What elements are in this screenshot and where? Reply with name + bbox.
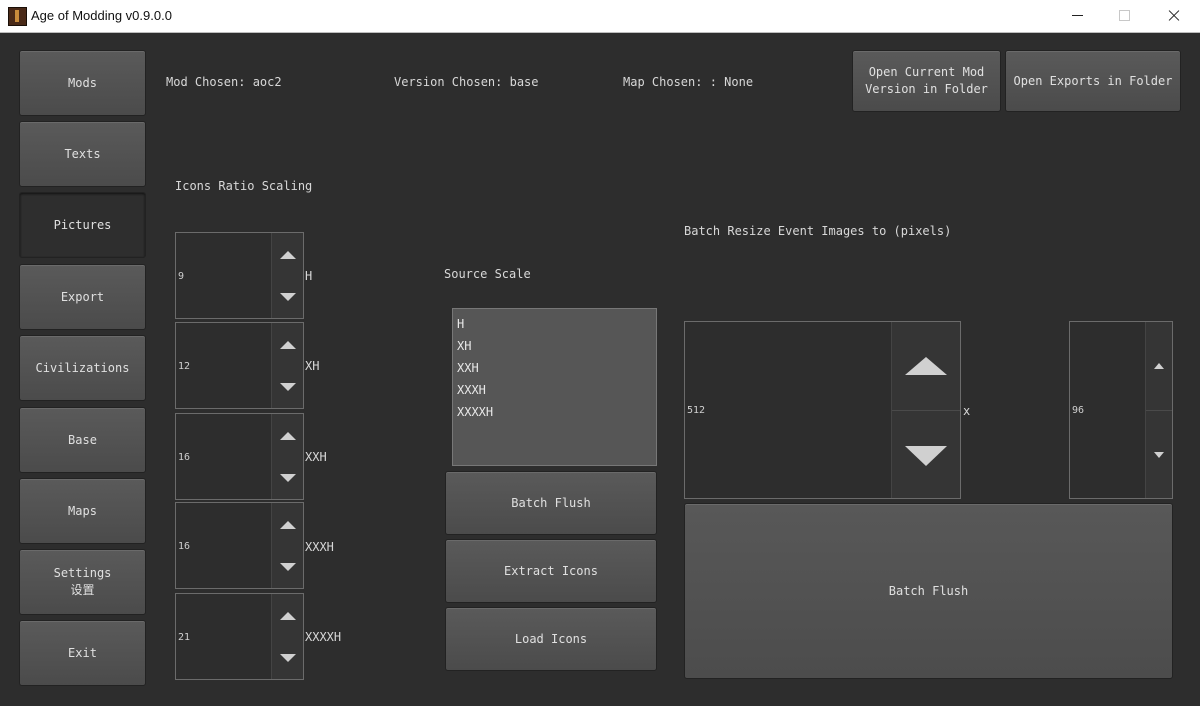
spinner-up-button[interactable] [272, 323, 303, 367]
extract-icons-button[interactable]: Extract Icons [445, 539, 657, 603]
window-title: Age of Modding v0.9.0.0 [31, 8, 172, 23]
spinner-unit-xxxh: XXXH [305, 540, 334, 554]
icons-scaling-title: Icons Ratio Scaling [175, 179, 313, 193]
sidebar-item-maps[interactable]: Maps [19, 478, 146, 544]
arrow-up-icon [279, 520, 296, 529]
arrow-down-icon [279, 383, 296, 391]
spinner-xxxxh[interactable]: 21 [175, 593, 304, 680]
spinner-up-button[interactable] [272, 594, 303, 638]
spinner-up-button[interactable] [272, 503, 303, 547]
spinner-down-button[interactable] [272, 276, 303, 318]
spinner-unit-xh: XH [305, 359, 320, 373]
app-icon [8, 7, 27, 26]
list-item[interactable]: H [453, 313, 656, 335]
sidebar-item-civilizations[interactable]: Civilizations [19, 335, 146, 401]
spinner-up-button[interactable] [272, 414, 303, 458]
arrow-down-icon [905, 445, 947, 466]
height-down-button[interactable] [1146, 411, 1172, 498]
source-scale-title: Source Scale [444, 267, 531, 281]
arrow-up-icon [279, 340, 296, 349]
width-down-button[interactable] [892, 411, 960, 498]
minimize-button[interactable] [1054, 0, 1100, 32]
sidebar-item-base[interactable]: Base [19, 407, 146, 473]
list-item[interactable]: XXXH [453, 379, 656, 401]
arrow-up-icon [279, 250, 296, 259]
spinner-value: 12 [178, 361, 191, 372]
list-item[interactable]: XH [453, 335, 656, 357]
resize-height-value: 96 [1072, 405, 1085, 416]
spinner-xxh[interactable]: 16 [175, 413, 304, 500]
arrow-down-icon [279, 563, 296, 571]
arrow-down-icon [279, 293, 296, 301]
open-exports-button[interactable]: Open Exports in Folder [1005, 50, 1181, 112]
spinner-down-button[interactable] [272, 457, 303, 499]
spinner-down-button[interactable] [272, 637, 303, 679]
arrow-up-icon [905, 357, 947, 375]
height-up-button[interactable] [1146, 322, 1172, 411]
spinner-down-button[interactable] [272, 546, 303, 588]
spinner-value: 16 [178, 541, 191, 552]
width-up-button[interactable] [892, 322, 960, 411]
spinner-unit-h: H [305, 269, 313, 283]
sidebar-item-settings[interactable]: Settings 设置 [19, 549, 146, 615]
spinner-up-button[interactable] [272, 233, 303, 277]
arrow-up-icon [279, 431, 296, 440]
sidebar-item-pictures[interactable]: Pictures [19, 192, 146, 258]
spinner-unit-xxxxh: XXXXH [305, 630, 342, 644]
arrow-down-icon [279, 474, 296, 482]
batch-flush-icons-button[interactable]: Batch Flush [445, 471, 657, 535]
arrow-up-icon [279, 611, 296, 620]
spinner-unit-xxh: XXH [305, 450, 327, 464]
sidebar-item-mods[interactable]: Mods [19, 50, 146, 116]
close-button[interactable] [1150, 0, 1196, 32]
version-chosen-label: Version Chosen: base [394, 75, 539, 89]
title-bar: Age of Modding v0.9.0.0 [0, 0, 1200, 33]
arrow-down-icon [1154, 451, 1164, 458]
spinner-down-button[interactable] [272, 366, 303, 408]
batch-resize-title: Batch Resize Event Images to (pixels) [684, 224, 952, 238]
maximize-button[interactable] [1101, 0, 1147, 32]
spinner-xxxh[interactable]: 16 [175, 502, 304, 589]
spinner-value: 16 [178, 452, 191, 463]
spinner-value: 9 [178, 271, 185, 282]
resize-width-value: 512 [687, 405, 706, 416]
open-current-mod-button[interactable]: Open Current Mod Version in Folder [852, 50, 1001, 112]
resize-separator: x [963, 404, 971, 418]
sidebar-item-export[interactable]: Export [19, 264, 146, 330]
resize-width-spinner[interactable]: 512 [684, 321, 961, 499]
list-item[interactable]: XXXXH [453, 401, 656, 423]
spinner-value: 21 [178, 632, 191, 643]
sidebar-item-exit[interactable]: Exit [19, 620, 146, 686]
list-item[interactable]: XXH [453, 357, 656, 379]
load-icons-button[interactable]: Load Icons [445, 607, 657, 671]
arrow-down-icon [279, 654, 296, 662]
arrow-up-icon [1154, 363, 1164, 369]
spinner-xh[interactable]: 12 [175, 322, 304, 409]
spinner-h[interactable]: 9 [175, 232, 304, 319]
resize-height-spinner[interactable]: 96 [1069, 321, 1173, 499]
map-chosen-label: Map Chosen: : None [623, 75, 754, 89]
batch-flush-resize-button[interactable]: Batch Flush [684, 503, 1173, 679]
mod-chosen-label: Mod Chosen: aoc2 [166, 75, 282, 89]
sidebar-item-texts[interactable]: Texts [19, 121, 146, 187]
source-scale-list[interactable]: H XH XXH XXXH XXXXH [452, 308, 657, 466]
